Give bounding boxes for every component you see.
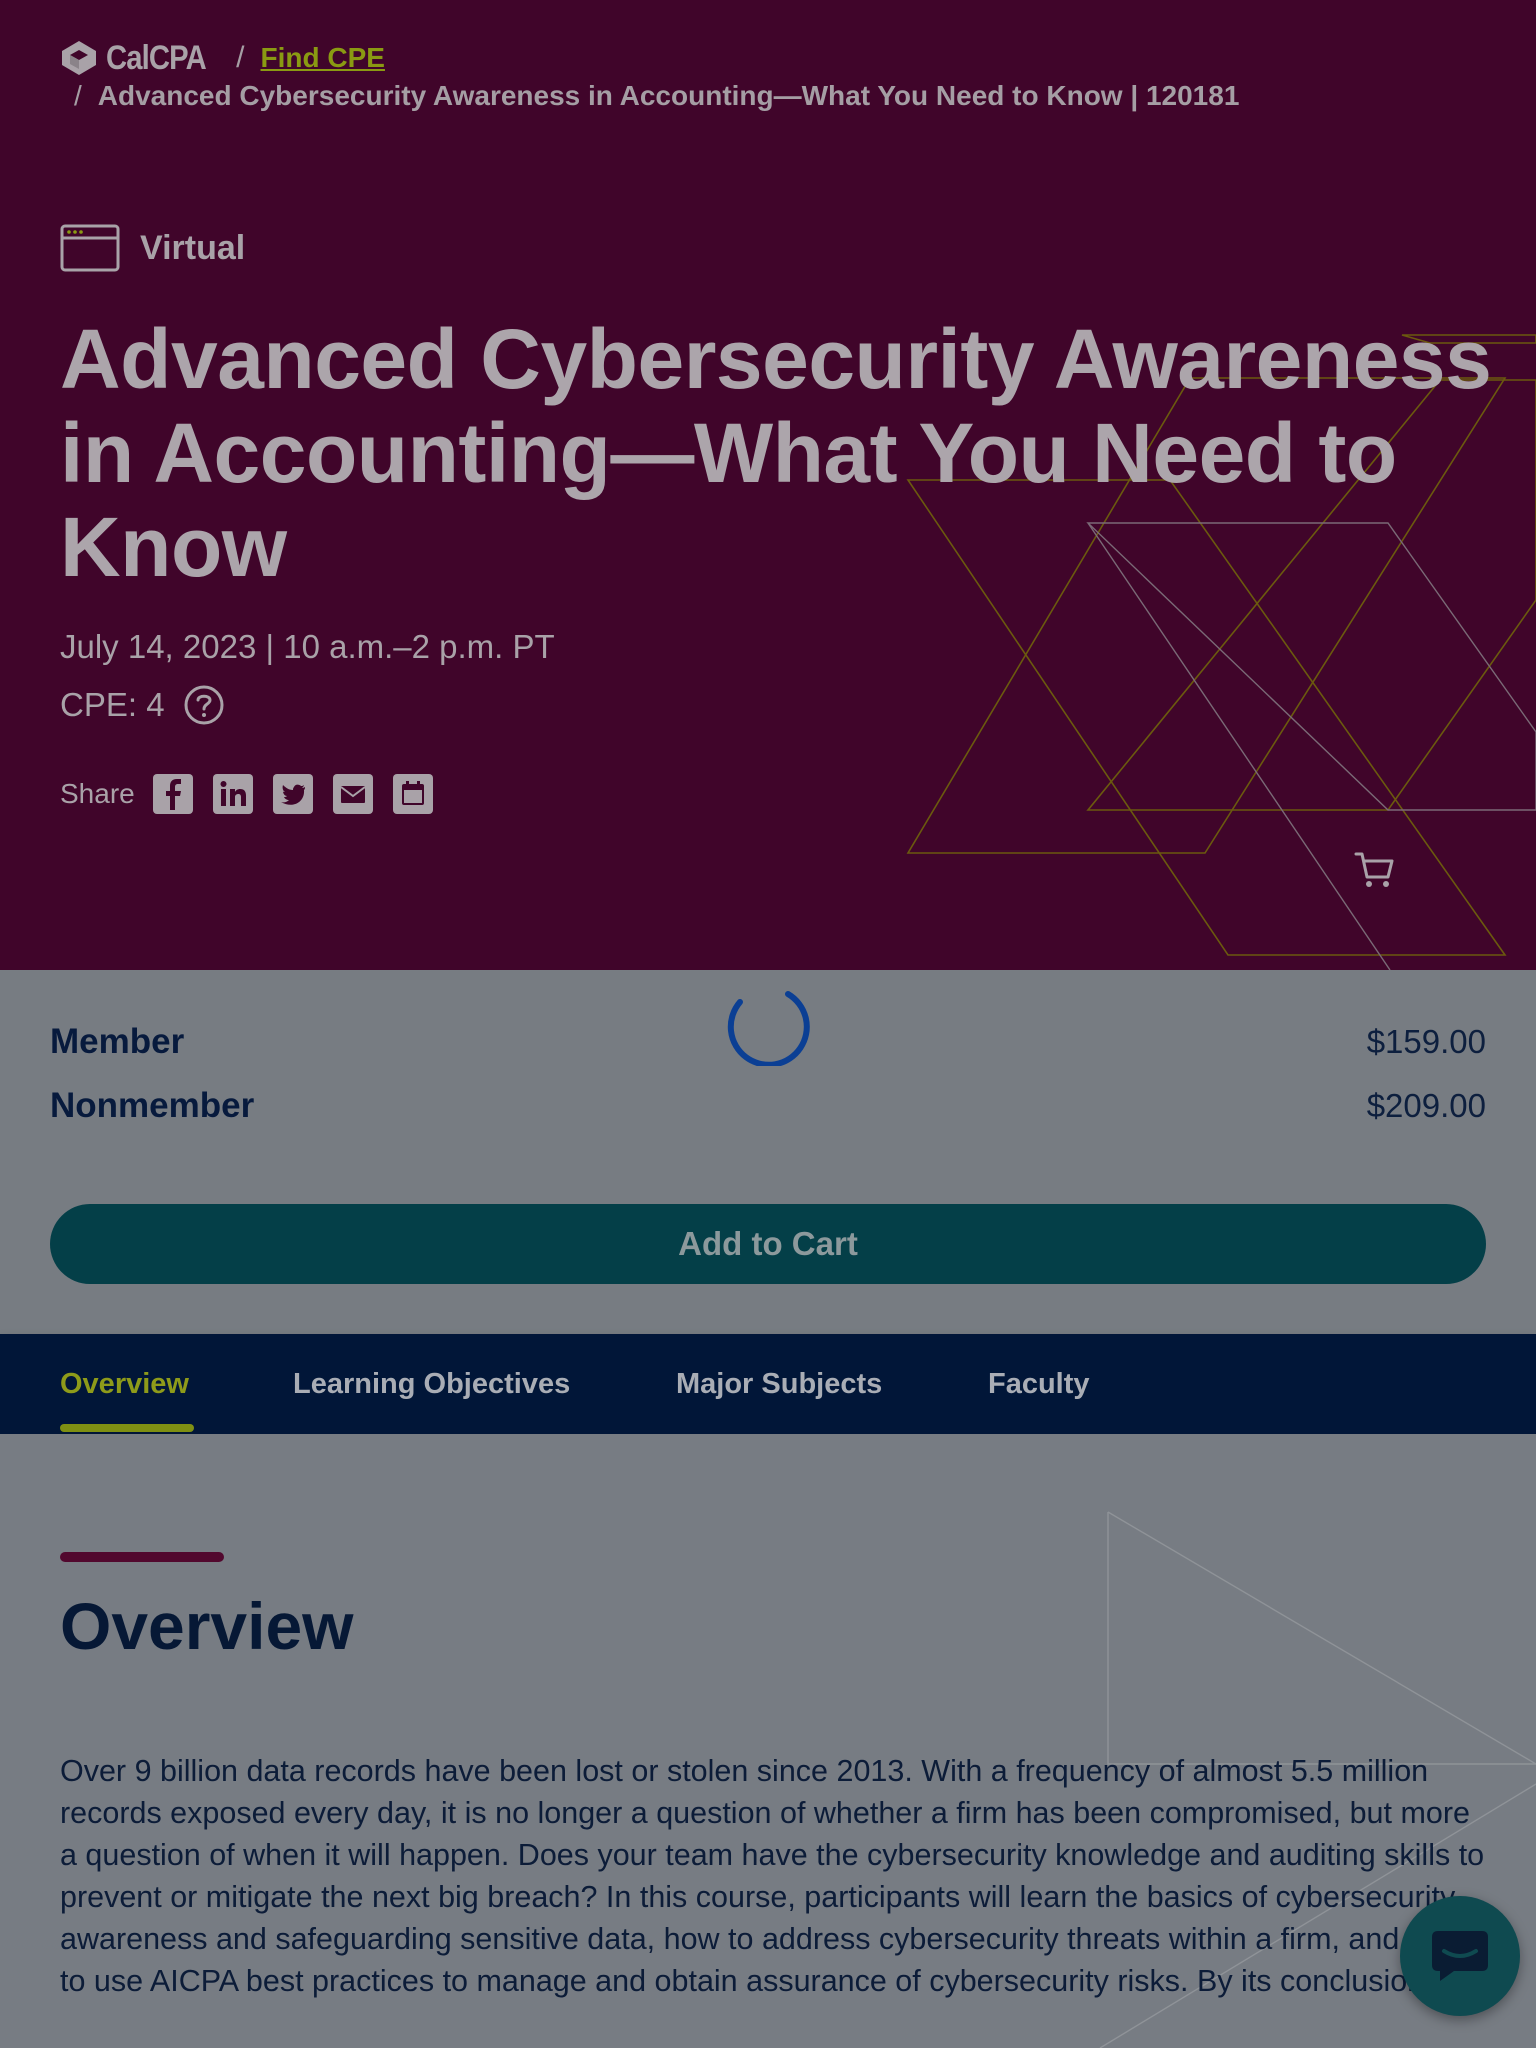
section-tabs: Overview Learning Objectives Major Subje…: [0, 1334, 1536, 1434]
event-format: Virtual: [60, 224, 245, 272]
event-title: Advanced Cybersecurity Awareness in Acco…: [60, 312, 1492, 594]
breadcrumb-link-find-cpe[interactable]: Find CPE: [261, 42, 385, 74]
overview-paragraph: Over 9 billion data records have been lo…: [60, 1754, 1485, 1998]
twitter-icon[interactable]: [272, 774, 313, 814]
chat-bubble-icon: [1432, 1931, 1488, 1981]
cpe-credits: CPE: 4: [60, 684, 225, 726]
tab-overview[interactable]: Overview: [60, 1334, 189, 1434]
calendar-icon[interactable]: [392, 774, 433, 814]
calcpa-logo-icon: [62, 41, 96, 75]
section-accent-bar: [60, 1552, 224, 1562]
nonmember-price-row: Nonmember $209.00: [50, 1086, 1486, 1126]
share-bar: Share: [60, 774, 453, 814]
calcpa-logo[interactable]: CalCPA: [60, 39, 222, 78]
share-label: Share: [60, 778, 135, 809]
hero-banner: CalCPA / Find CPE / Advanced Cybersecurit…: [0, 0, 1536, 970]
chat-button[interactable]: [1400, 1896, 1520, 2016]
nonmember-price: $209.00: [1366, 1087, 1486, 1124]
overview-heading: Overview: [60, 1589, 354, 1663]
email-icon[interactable]: [332, 774, 373, 814]
loading-spinner-icon: [727, 991, 810, 1066]
add-to-cart-button[interactable]: Add to Cart: [50, 1204, 1486, 1284]
browser-window-icon: [60, 224, 120, 272]
format-label: Virtual: [140, 228, 246, 267]
breadcrumb-separator: /: [74, 80, 82, 111]
member-label: Member: [50, 1022, 185, 1061]
tab-learning-objectives[interactable]: Learning Objectives: [293, 1334, 570, 1434]
nonmember-label: Nonmember: [50, 1086, 255, 1125]
facebook-icon[interactable]: [152, 774, 193, 814]
event-date-time: July 14, 2023 | 10 a.m.–2 p.m. PT: [60, 628, 555, 665]
active-tab-indicator: [60, 1424, 194, 1432]
cpe-label: CPE: 4: [60, 686, 165, 723]
shopping-cart-icon[interactable]: [1354, 850, 1396, 890]
logo-text: CalCPA: [106, 38, 207, 77]
breadcrumb-separator: /: [236, 41, 245, 74]
breadcrumb-current: Advanced Cybersecurity Awareness in Acco…: [97, 80, 1240, 111]
question-circle-icon[interactable]: [183, 684, 225, 726]
tab-major-subjects[interactable]: Major Subjects: [676, 1334, 882, 1434]
tab-faculty[interactable]: Faculty: [988, 1334, 1090, 1434]
overview-section: Overview Over 9 billion data records hav…: [0, 1434, 1536, 2048]
breadcrumb: CalCPA / Find CPE / Advanced Cybersecurit…: [60, 38, 1239, 111]
linkedin-icon[interactable]: [212, 774, 253, 814]
member-price: $159.00: [1366, 1023, 1486, 1060]
